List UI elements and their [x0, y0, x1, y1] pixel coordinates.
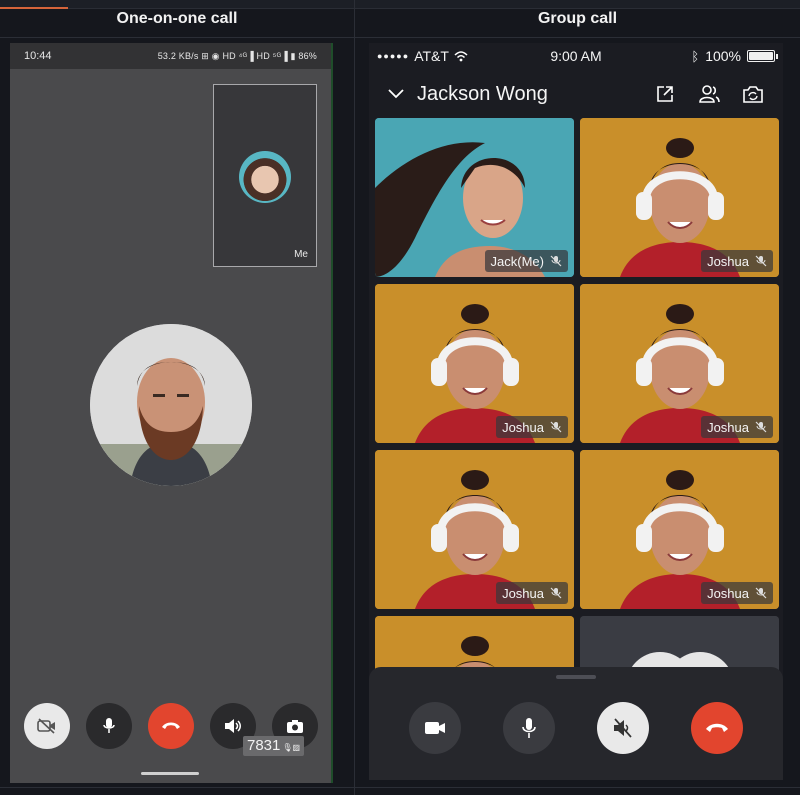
battery-fill: [749, 52, 773, 60]
collapse-button[interactable]: [387, 85, 405, 103]
header-divider: [0, 37, 800, 38]
participant-name: Joshua: [707, 585, 749, 601]
call-code-overlay: 7831 🎙▨: [243, 736, 305, 756]
camera-off-button[interactable]: [24, 703, 70, 749]
hang-up-button[interactable]: [691, 702, 743, 754]
mic-off-icon: [550, 255, 562, 267]
participant-name-badge: Joshua: [701, 582, 773, 604]
participant-name: Joshua: [502, 585, 544, 601]
status-time: 9:00 AM: [550, 48, 602, 64]
control-panel: [369, 667, 783, 780]
participant-name-badge: Jack(Me): [484, 250, 568, 272]
participant-name: Joshua: [707, 253, 749, 269]
participant-name: Joshua: [707, 419, 749, 435]
speaker-muted-icon: [614, 718, 632, 738]
drag-handle[interactable]: [556, 675, 596, 679]
self-view-window[interactable]: Me: [213, 84, 317, 267]
mic-button[interactable]: [503, 702, 555, 754]
left-column-title: One-on-one call: [116, 10, 238, 27]
hang-up-button[interactable]: [148, 703, 194, 749]
ios-status-bar: ●●●●● AT&T 9:00 AM ᛒ 100%: [369, 43, 783, 69]
participant-tile[interactable]: Joshua: [375, 450, 574, 609]
footer-divider: [0, 787, 800, 788]
share-button[interactable]: [653, 82, 677, 106]
participant-tile[interactable]: Jack(Me): [375, 118, 574, 277]
mic-off-icon: [755, 421, 767, 433]
battery-icon: [747, 50, 778, 62]
mic-off-icon: [755, 255, 767, 267]
call-code-value: 7831: [247, 737, 281, 754]
mic-off-icon: [550, 421, 562, 433]
camera-icon: [425, 722, 445, 734]
share-icon: [657, 86, 673, 102]
header-actions: [653, 82, 765, 106]
participant-tile[interactable]: Joshua: [580, 284, 779, 443]
comparison-canvas: One-on-one call Group call 10:44 53.2 KB…: [0, 0, 800, 795]
switch-camera-icon: [743, 86, 763, 103]
bearded-man-portrait: [90, 324, 252, 486]
participant-tile[interactable]: Joshua: [375, 284, 574, 443]
hangup-icon: [706, 723, 728, 732]
mic-off-icon: [755, 587, 767, 599]
mic-icon: [522, 718, 536, 738]
overlay-status-icons: 🎙▨: [282, 743, 301, 752]
call-header: Jackson Wong: [369, 76, 783, 112]
speaker-toggle-button[interactable]: [597, 702, 649, 754]
right-column-title: Group call: [537, 10, 618, 27]
self-view-label: Me: [294, 249, 308, 260]
camera-off-icon: [37, 718, 55, 734]
group-call-screen: ●●●●● AT&T 9:00 AM ᛒ 100% Jackson Wong J…: [369, 43, 783, 780]
top-bar: [0, 0, 800, 9]
call-title: Jackson Wong: [417, 82, 548, 105]
participant-tile[interactable]: Joshua: [580, 118, 779, 277]
remote-participant-avatar: [90, 324, 252, 486]
participant-name-badge: Joshua: [496, 416, 568, 438]
android-status-bar: 10:44 53.2 KB/s ⊞ ◉ HD ⁴ᴳ▐ HD ⁵ᴳ▐ ▮ 86%: [10, 43, 331, 69]
switch-camera-icon: [287, 720, 303, 733]
mic-button[interactable]: [86, 703, 132, 749]
self-avatar: [239, 151, 291, 203]
mic-icon: [103, 718, 115, 733]
switch-camera-button[interactable]: [741, 82, 765, 106]
participant-name-badge: Joshua: [701, 250, 773, 272]
participants-button[interactable]: [697, 82, 721, 106]
camera-button[interactable]: [409, 702, 461, 754]
participants-icon: [699, 85, 720, 103]
mic-off-icon: [550, 587, 562, 599]
status-indicators: 53.2 KB/s ⊞ ◉ HD ⁴ᴳ▐ HD ⁵ᴳ▐ ▮ 86%: [157, 50, 317, 61]
chevron-down-icon: [388, 89, 404, 99]
participant-name: Jack(Me): [490, 253, 544, 269]
home-indicator[interactable]: [141, 772, 199, 775]
column-divider: [354, 0, 355, 795]
participant-name: Joshua: [502, 419, 544, 435]
one-on-one-call-screen: 10:44 53.2 KB/s ⊞ ◉ HD ⁴ᴳ▐ HD ⁵ᴳ▐ ▮ 86% …: [10, 43, 333, 783]
hangup-icon: [162, 722, 180, 729]
participant-tile[interactable]: Joshua: [580, 450, 779, 609]
speaker-icon: [225, 719, 241, 733]
status-time: 10:44: [24, 50, 52, 62]
participant-name-badge: Joshua: [496, 582, 568, 604]
participant-name-badge: Joshua: [701, 416, 773, 438]
